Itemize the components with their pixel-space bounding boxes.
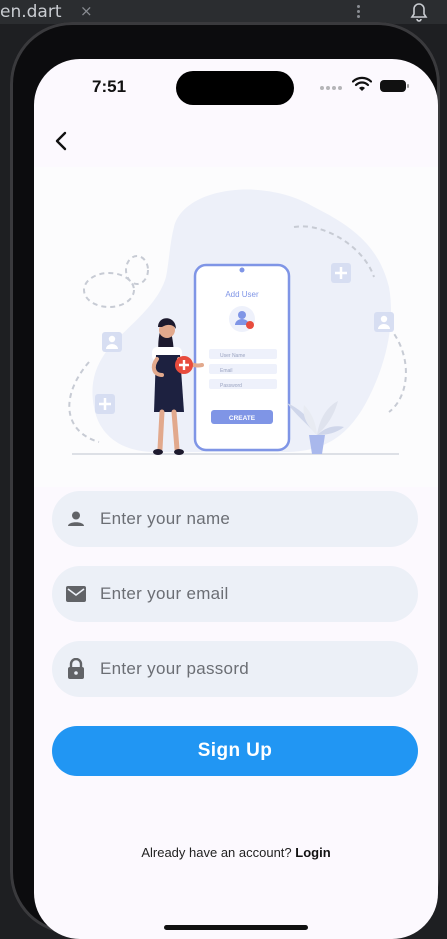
name-input[interactable] xyxy=(98,508,392,530)
mockup-input-rows: User Name Email Password xyxy=(209,349,277,389)
app-screen: 7:51 Add User User Name Email Password C… xyxy=(34,59,438,939)
password-field[interactable] xyxy=(52,641,418,697)
dashed-curve xyxy=(388,326,407,413)
chevron-left-icon xyxy=(55,131,67,151)
user-card-icon xyxy=(102,332,122,352)
plus-card-icon xyxy=(331,263,351,283)
dashed-ellipse xyxy=(83,272,135,308)
dashed-ellipse xyxy=(125,255,149,285)
home-indicator[interactable] xyxy=(164,925,308,930)
wifi-icon xyxy=(351,76,373,97)
battery-icon xyxy=(380,80,409,92)
bell-icon[interactable] xyxy=(408,2,430,26)
dynamic-island xyxy=(176,71,294,105)
mail-icon xyxy=(64,582,88,606)
ide-tab-label: en.dart xyxy=(0,2,62,22)
login-link[interactable]: Login xyxy=(295,845,330,860)
svg-text:Password: Password xyxy=(220,383,242,389)
user-card-icon xyxy=(374,312,394,332)
svg-text:Email: Email xyxy=(220,368,233,374)
ide-editor-tab[interactable]: en.dart × xyxy=(0,0,447,24)
email-input[interactable] xyxy=(98,583,392,605)
name-field[interactable] xyxy=(52,491,418,547)
plus-card-icon xyxy=(95,394,115,414)
hero-illustration: Add User User Name Email Password CREATE xyxy=(34,167,438,487)
lock-icon xyxy=(64,657,88,681)
login-prompt-text: Already have an account? xyxy=(141,845,296,860)
status-time: 7:51 xyxy=(92,77,127,96)
email-field[interactable] xyxy=(52,566,418,622)
person-icon xyxy=(64,507,88,531)
svg-text:CREATE: CREATE xyxy=(229,415,256,422)
back-button[interactable] xyxy=(48,127,76,155)
mockup-title: Add User xyxy=(225,290,259,299)
ide-tab-close-icon[interactable]: × xyxy=(80,2,93,20)
login-prompt: Already have an account? Login xyxy=(34,845,438,860)
signal-icon xyxy=(320,77,344,95)
more-vert-icon[interactable] xyxy=(357,5,361,19)
svg-text:User Name: User Name xyxy=(220,353,246,359)
phone-frame: 7:51 Add User User Name Email Password C… xyxy=(10,22,440,939)
password-input[interactable] xyxy=(98,658,392,680)
status-icons xyxy=(320,76,409,97)
sign-up-button[interactable]: Sign Up xyxy=(52,726,418,776)
